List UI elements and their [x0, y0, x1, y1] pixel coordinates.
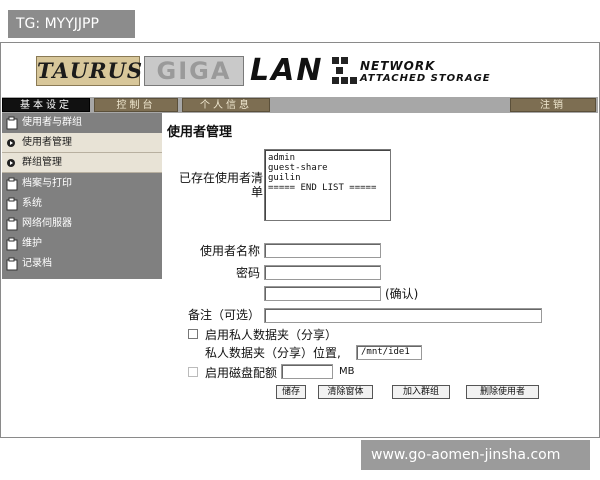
page-title: 使用者管理: [167, 125, 233, 140]
quota-label: 启用磁盘配额: [205, 366, 278, 380]
brand-logo-giga: GIGA: [144, 56, 244, 86]
folder-icon: [6, 197, 18, 211]
password-input[interactable]: [264, 265, 381, 280]
existing-users-label: 已存在使用者清单: [178, 171, 263, 199]
sidebar-item-label: 维护: [22, 238, 42, 249]
username-label: 使用者名称: [199, 244, 260, 258]
confirm-label: (确认): [385, 287, 419, 301]
private-folder-location-label: 私人数据夹（分享）位置,: [205, 346, 341, 360]
quota-input[interactable]: [281, 364, 333, 379]
private-folder-checkbox[interactable]: [188, 329, 198, 339]
top-nav: 基本设定 控制台 个人信息 注销: [2, 97, 598, 113]
brand-logo-taurus: TAURUS: [36, 56, 142, 86]
list-item[interactable]: admin: [268, 153, 387, 163]
sidebar-item-label: 群组管理: [22, 157, 62, 168]
sidebar-item-label: 使用者与群组: [22, 117, 82, 128]
list-item[interactable]: ===== END LIST =====: [268, 183, 387, 193]
password-label: 密码: [235, 266, 260, 280]
username-input[interactable]: [264, 243, 381, 258]
list-item[interactable]: guest-share: [268, 163, 387, 173]
sidebar-item-users-groups[interactable]: 使用者与群组: [2, 113, 162, 133]
brand-tagline-network: NETWORK: [360, 59, 436, 73]
banner: TAURUS GIGA LAN NETWORK ATTACHED STORAGE: [2, 44, 598, 94]
folder-icon: [6, 177, 18, 191]
brand-tagline-storage: ATTACHED STORAGE: [360, 73, 491, 84]
remark-input[interactable]: [264, 308, 542, 323]
sidebar-item-group-management[interactable]: 群组管理: [2, 153, 162, 173]
main-content: 使用者管理 已存在使用者清单 admin guest-share guilin …: [163, 113, 599, 433]
tab-basic-settings[interactable]: 基本设定: [2, 98, 90, 112]
user-listbox[interactable]: admin guest-share guilin ===== END LIST …: [264, 149, 391, 221]
sidebar-item-files-print[interactable]: 档案与打印: [2, 174, 162, 194]
network-icon: [332, 57, 358, 85]
arrow-bullet-icon: [7, 159, 15, 167]
app-frame: TAURUS GIGA LAN NETWORK ATTACHED STORAGE…: [0, 42, 600, 438]
tab-personal-info[interactable]: 个人信息: [182, 98, 270, 112]
clear-form-button[interactable]: 清除窗体: [318, 385, 373, 399]
add-group-button[interactable]: 加入群组: [392, 385, 450, 399]
folder-icon: [6, 257, 18, 271]
save-button[interactable]: 储存: [276, 385, 306, 399]
sidebar-item-label: 使用者管理: [22, 137, 72, 148]
sidebar-item-label: 网络伺服器: [22, 218, 72, 229]
watermark: www.go-aomen-jinsha.com: [361, 440, 590, 470]
sidebar: 使用者与群组 使用者管理 群组管理 档案与打印 系统 网络伺服器 维护 记录档: [2, 113, 162, 279]
sidebar-item-label: 记录档: [22, 258, 52, 269]
folder-icon: [6, 116, 18, 130]
sidebar-item-label: 系统: [22, 198, 42, 209]
remark-label: 备注（可选）: [187, 308, 260, 322]
tab-console[interactable]: 控制台: [94, 98, 178, 112]
sidebar-item-maintenance[interactable]: 维护: [2, 234, 162, 254]
brand-logo-lan: LAN: [250, 53, 324, 88]
quota-checkbox[interactable]: [188, 367, 198, 377]
sidebar-item-system[interactable]: 系统: [2, 194, 162, 214]
delete-user-button[interactable]: 删除使用者: [466, 385, 539, 399]
sidebar-item-user-management[interactable]: 使用者管理: [2, 133, 162, 153]
arrow-bullet-icon: [7, 139, 15, 147]
folder-icon: [6, 217, 18, 231]
confirm-password-input[interactable]: [264, 286, 381, 301]
sidebar-item-label: 档案与打印: [22, 178, 72, 189]
list-item[interactable]: guilin: [268, 173, 387, 183]
private-folder-label: 启用私人数据夹（分享）: [205, 328, 338, 342]
logout-button[interactable]: 注销: [510, 98, 596, 112]
quota-unit: MB: [339, 366, 355, 377]
sidebar-item-logs[interactable]: 记录档: [2, 254, 162, 274]
private-folder-location-input[interactable]: /mnt/ide1: [356, 345, 422, 360]
folder-icon: [6, 237, 18, 251]
sidebar-item-web-server[interactable]: 网络伺服器: [2, 214, 162, 234]
tag-label: TG: MYYJJPP: [8, 10, 135, 38]
